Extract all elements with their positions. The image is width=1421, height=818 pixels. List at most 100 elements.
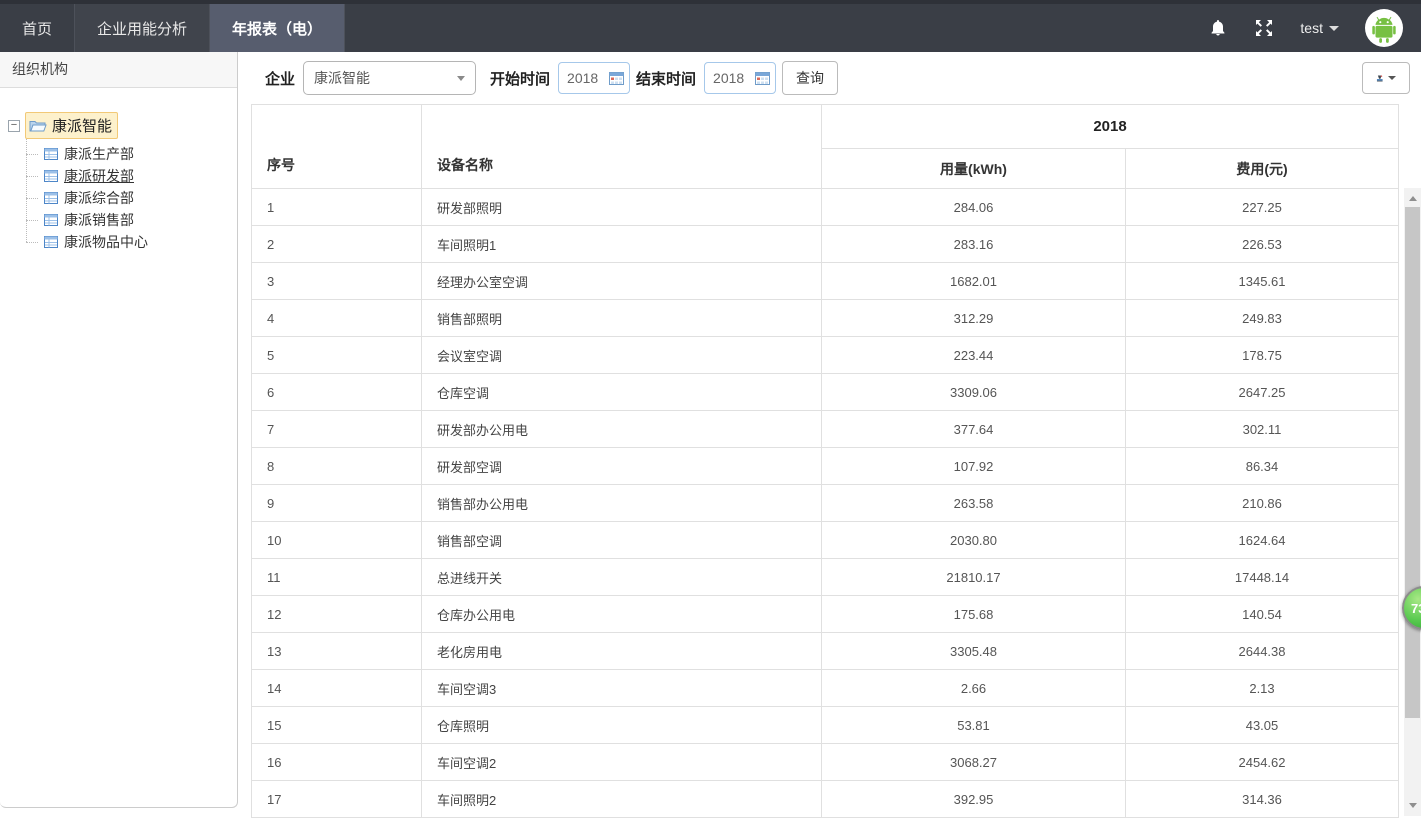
device-name: 仓库空调	[422, 374, 822, 411]
scroll-up-arrow[interactable]	[1404, 190, 1421, 207]
usage-value: 53.81	[822, 707, 1126, 744]
cost-value: 86.34	[1126, 448, 1399, 485]
user-menu[interactable]: test	[1300, 20, 1339, 36]
top-navbar: 首页企业用能分析年报表（电） test	[0, 0, 1421, 52]
table-row[interactable]: 4销售部照明312.29249.83	[252, 300, 1399, 337]
device-name: 车间空调3	[422, 670, 822, 707]
scrollbar-thumb[interactable]	[1405, 207, 1420, 718]
table-row[interactable]: 1研发部照明284.06227.25	[252, 189, 1399, 226]
row-index: 14	[252, 670, 422, 707]
row-index: 13	[252, 633, 422, 670]
company-select[interactable]: 康派智能	[303, 61, 476, 95]
tree-node-3[interactable]: 康派销售部	[44, 209, 231, 231]
table-row[interactable]: 11总进线开关21810.1717448.14	[252, 559, 1399, 596]
tree-root-row: − 康派智能	[8, 112, 231, 139]
chevron-down-icon	[457, 76, 465, 81]
query-button[interactable]: 查询	[782, 61, 838, 95]
col-header-cost: 费用(元)	[1126, 149, 1399, 189]
table-row[interactable]: 12仓库办公用电175.68140.54	[252, 596, 1399, 633]
table-row[interactable]: 8研发部空调107.9286.34	[252, 448, 1399, 485]
tree-node-4[interactable]: 康派物品中心	[44, 231, 231, 253]
row-index: 4	[252, 300, 422, 337]
table-row[interactable]: 13老化房用电3305.482644.38	[252, 633, 1399, 670]
username: test	[1300, 20, 1323, 36]
tree-node-1[interactable]: 康派研发部	[44, 165, 231, 187]
device-name: 老化房用电	[422, 633, 822, 670]
tab-2[interactable]: 年报表（电）	[210, 4, 345, 52]
usage-value: 263.58	[822, 485, 1126, 522]
tab-1[interactable]: 企业用能分析	[75, 4, 210, 52]
usage-value: 2.66	[822, 670, 1126, 707]
device-name: 车间照明2	[422, 781, 822, 818]
cost-value: 178.75	[1126, 337, 1399, 374]
row-index: 10	[252, 522, 422, 559]
tree-node-label: 康派研发部	[64, 166, 134, 186]
col-header-device: 设备名称	[422, 105, 822, 189]
usage-value: 223.44	[822, 337, 1126, 374]
table-row[interactable]: 2车间照明1283.16226.53	[252, 226, 1399, 263]
device-name: 研发部办公用电	[422, 411, 822, 448]
row-index: 6	[252, 374, 422, 411]
export-icon	[1376, 71, 1384, 86]
start-time-label: 开始时间	[490, 68, 550, 89]
row-index: 11	[252, 559, 422, 596]
cost-value: 302.11	[1126, 411, 1399, 448]
tree-children: 康派生产部康派研发部康派综合部康派销售部康派物品中心	[44, 143, 231, 253]
org-tree: − 康派智能 康派生产部康派研发部康派综合部康派销售部康派物品中心	[0, 88, 237, 253]
cost-value: 314.36	[1126, 781, 1399, 818]
usage-value: 107.92	[822, 448, 1126, 485]
end-year-input[interactable]: 2018	[704, 62, 776, 94]
tree-node-0[interactable]: 康派生产部	[44, 143, 231, 165]
usage-value: 3305.48	[822, 633, 1126, 670]
grid-icon	[44, 169, 58, 183]
start-year-value: 2018	[567, 70, 609, 86]
export-button[interactable]	[1362, 62, 1410, 94]
row-index: 16	[252, 744, 422, 781]
table-row[interactable]: 7研发部办公用电377.64302.11	[252, 411, 1399, 448]
row-index: 15	[252, 707, 422, 744]
table-row[interactable]: 3经理办公室空调1682.011345.61	[252, 263, 1399, 300]
table-row[interactable]: 15仓库照明53.8143.05	[252, 707, 1399, 744]
cost-value: 17448.14	[1126, 559, 1399, 596]
col-header-year: 2018	[822, 105, 1399, 149]
tab-0[interactable]: 首页	[0, 4, 75, 52]
row-index: 8	[252, 448, 422, 485]
scroll-down-arrow[interactable]	[1404, 797, 1421, 814]
row-index: 2	[252, 226, 422, 263]
end-time-label: 结束时间	[636, 68, 696, 89]
toolbar: 企业 康派智能 开始时间 2018 结束时间 2018 查询	[239, 52, 1421, 104]
tree-node-2[interactable]: 康派综合部	[44, 187, 231, 209]
table-row[interactable]: 14车间空调32.662.13	[252, 670, 1399, 707]
col-header-usage: 用量(kWh)	[822, 149, 1126, 189]
tree-node-label: 康派综合部	[64, 188, 134, 208]
tree-node-label: 康派物品中心	[64, 232, 148, 252]
start-year-input[interactable]: 2018	[558, 62, 630, 94]
fullscreen-icon[interactable]	[1254, 18, 1274, 38]
table-row[interactable]: 10销售部空调2030.801624.64	[252, 522, 1399, 559]
device-name: 会议室空调	[422, 337, 822, 374]
col-header-index: 序号	[252, 105, 422, 189]
row-index: 12	[252, 596, 422, 633]
vertical-scrollbar[interactable]	[1404, 188, 1421, 816]
calendar-icon[interactable]	[609, 71, 624, 85]
table-row[interactable]: 16车间空调23068.272454.62	[252, 744, 1399, 781]
table-row[interactable]: 6仓库空调3309.062647.25	[252, 374, 1399, 411]
sidebar: 组织机构 − 康派智能 康派生产部康派研发部康派综合部康派销售部康派物品中心	[0, 52, 238, 808]
cost-value: 2647.25	[1126, 374, 1399, 411]
sidebar-title: 组织机构	[0, 52, 237, 88]
cost-value: 2454.62	[1126, 744, 1399, 781]
table-row[interactable]: 17车间照明2392.95314.36	[252, 781, 1399, 818]
calendar-icon[interactable]	[755, 71, 770, 85]
device-name: 销售部空调	[422, 522, 822, 559]
company-label: 企业	[265, 68, 295, 89]
grid-icon	[44, 235, 58, 249]
tree-collapse-icon[interactable]: −	[8, 120, 20, 132]
avatar[interactable]	[1365, 9, 1403, 47]
device-name: 车间空调2	[422, 744, 822, 781]
table-row[interactable]: 5会议室空调223.44178.75	[252, 337, 1399, 374]
tree-root-node[interactable]: 康派智能	[25, 112, 118, 139]
bell-icon[interactable]	[1208, 18, 1228, 38]
table-row[interactable]: 9销售部办公用电263.58210.86	[252, 485, 1399, 522]
usage-value: 2030.80	[822, 522, 1126, 559]
end-year-value: 2018	[713, 70, 755, 86]
